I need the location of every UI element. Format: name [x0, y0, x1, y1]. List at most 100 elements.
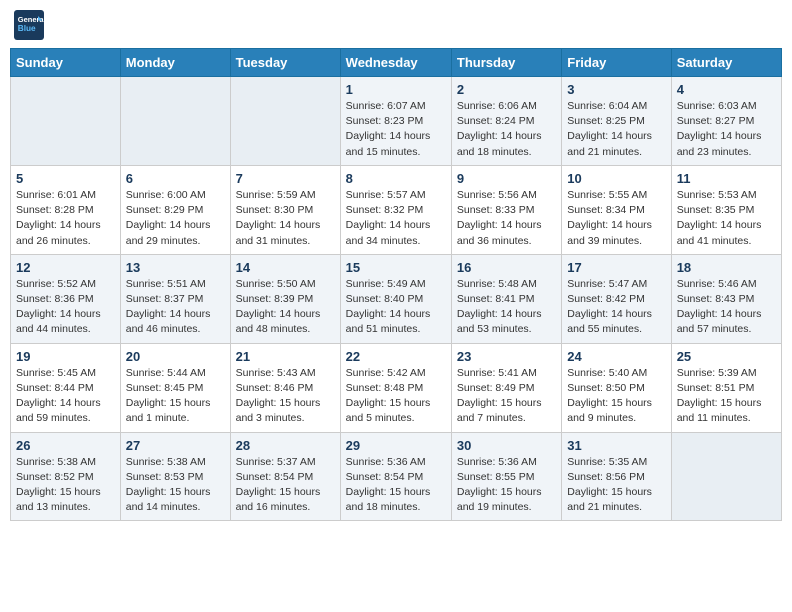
day-number: 5: [16, 171, 115, 186]
day-info: Sunrise: 5:59 AM Sunset: 8:30 PM Dayligh…: [236, 188, 335, 249]
calendar-cell: 23 Sunrise: 5:41 AM Sunset: 8:49 PM Dayli…: [451, 343, 561, 432]
day-info: Sunrise: 5:52 AM Sunset: 8:36 PM Dayligh…: [16, 277, 115, 338]
day-info: Sunrise: 6:01 AM Sunset: 8:28 PM Dayligh…: [16, 188, 115, 249]
calendar-cell: 26Sunrise: 5:38 AM Sunset: 8:52 PM Dayli…: [11, 432, 121, 521]
day-number: 19: [16, 349, 115, 364]
day-number: 6: [126, 171, 225, 186]
day-number: 11: [677, 171, 776, 186]
calendar-cell: 14Sunrise: 5:50 AM Sunset: 8:39 PM Dayli…: [230, 254, 340, 343]
calendar-cell: 17 Sunrise: 5:47 AM Sunset: 8:42 PM Dayli…: [562, 254, 671, 343]
day-number: 24: [567, 349, 665, 364]
day-number: 7: [236, 171, 335, 186]
day-number: 12: [16, 260, 115, 275]
day-info: Sunrise: 5:35 AM Sunset: 8:56 PM Dayligh…: [567, 455, 665, 516]
weekday-header-tuesday: Tuesday: [230, 49, 340, 77]
day-number: 16: [457, 260, 556, 275]
calendar-cell: 18Sunrise: 5:46 AM Sunset: 8:43 PM Dayli…: [671, 254, 781, 343]
day-number: 1: [346, 82, 446, 97]
logo-icon: General Blue: [14, 10, 44, 40]
calendar-cell: [120, 77, 230, 166]
calendar-cell: 15Sunrise: 5:49 AM Sunset: 8:40 PM Dayli…: [340, 254, 451, 343]
day-info: Sunrise: 5:45 AM Sunset: 8:44 PM Dayligh…: [16, 366, 115, 427]
day-info: Sunrise: 5:50 AM Sunset: 8:39 PM Dayligh…: [236, 277, 335, 338]
day-number: 3: [567, 82, 665, 97]
day-info: Sunrise: 6:07 AM Sunset: 8:23 PM Dayligh…: [346, 99, 446, 160]
calendar-cell: 20 Sunrise: 5:44 AM Sunset: 8:45 PM Dayli…: [120, 343, 230, 432]
calendar-cell: [11, 77, 121, 166]
calendar-cell: 13Sunrise: 5:51 AM Sunset: 8:37 PM Dayli…: [120, 254, 230, 343]
day-info: Sunrise: 5:40 AM Sunset: 8:50 PM Dayligh…: [567, 366, 665, 427]
calendar-week-2: 5 Sunrise: 6:01 AM Sunset: 8:28 PM Daylig…: [11, 165, 782, 254]
day-number: 23: [457, 349, 556, 364]
calendar-week-1: 1 Sunrise: 6:07 AM Sunset: 8:23 PM Daylig…: [11, 77, 782, 166]
day-number: 8: [346, 171, 446, 186]
day-info: Sunrise: 5:38 AM Sunset: 8:53 PM Dayligh…: [126, 455, 225, 516]
day-number: 9: [457, 171, 556, 186]
calendar-cell: 28 Sunrise: 5:37 AM Sunset: 8:54 PM Dayli…: [230, 432, 340, 521]
day-number: 31: [567, 438, 665, 453]
day-info: Sunrise: 6:00 AM Sunset: 8:29 PM Dayligh…: [126, 188, 225, 249]
calendar-header: SundayMondayTuesdayWednesdayThursdayFrid…: [11, 49, 782, 77]
day-number: 28: [236, 438, 335, 453]
calendar-cell: 19 Sunrise: 5:45 AM Sunset: 8:44 PM Dayli…: [11, 343, 121, 432]
calendar-cell: 27 Sunrise: 5:38 AM Sunset: 8:53 PM Dayli…: [120, 432, 230, 521]
calendar-cell: 3 Sunrise: 6:04 AM Sunset: 8:25 PM Daylig…: [562, 77, 671, 166]
calendar-cell: 31 Sunrise: 5:35 AM Sunset: 8:56 PM Dayli…: [562, 432, 671, 521]
calendar-cell: [671, 432, 781, 521]
logo: General Blue: [14, 10, 48, 40]
weekday-header-thursday: Thursday: [451, 49, 561, 77]
day-number: 29: [346, 438, 446, 453]
day-info: Sunrise: 6:06 AM Sunset: 8:24 PM Dayligh…: [457, 99, 556, 160]
svg-text:Blue: Blue: [18, 24, 36, 33]
day-info: Sunrise: 5:36 AM Sunset: 8:54 PM Dayligh…: [346, 455, 446, 516]
weekday-header-wednesday: Wednesday: [340, 49, 451, 77]
day-number: 21: [236, 349, 335, 364]
calendar-cell: [230, 77, 340, 166]
calendar-cell: 1 Sunrise: 6:07 AM Sunset: 8:23 PM Daylig…: [340, 77, 451, 166]
day-info: Sunrise: 5:57 AM Sunset: 8:32 PM Dayligh…: [346, 188, 446, 249]
day-info: Sunrise: 6:04 AM Sunset: 8:25 PM Dayligh…: [567, 99, 665, 160]
calendar-cell: 22Sunrise: 5:42 AM Sunset: 8:48 PM Dayli…: [340, 343, 451, 432]
calendar-week-3: 12 Sunrise: 5:52 AM Sunset: 8:36 PM Dayli…: [11, 254, 782, 343]
day-number: 17: [567, 260, 665, 275]
calendar-cell: 6 Sunrise: 6:00 AM Sunset: 8:29 PM Daylig…: [120, 165, 230, 254]
day-info: Sunrise: 5:37 AM Sunset: 8:54 PM Dayligh…: [236, 455, 335, 516]
page-header: General Blue: [10, 10, 782, 40]
day-number: 26: [16, 438, 115, 453]
day-number: 18: [677, 260, 776, 275]
day-number: 10: [567, 171, 665, 186]
day-number: 27: [126, 438, 225, 453]
day-number: 15: [346, 260, 446, 275]
calendar-cell: 11Sunrise: 5:53 AM Sunset: 8:35 PM Dayli…: [671, 165, 781, 254]
calendar-cell: 4 Sunrise: 6:03 AM Sunset: 8:27 PM Daylig…: [671, 77, 781, 166]
day-number: 13: [126, 260, 225, 275]
day-number: 20: [126, 349, 225, 364]
calendar-cell: 30Sunrise: 5:36 AM Sunset: 8:55 PM Dayli…: [451, 432, 561, 521]
calendar-cell: 7 Sunrise: 5:59 AM Sunset: 8:30 PM Daylig…: [230, 165, 340, 254]
calendar-cell: 2Sunrise: 6:06 AM Sunset: 8:24 PM Daylig…: [451, 77, 561, 166]
calendar-body: 1 Sunrise: 6:07 AM Sunset: 8:23 PM Daylig…: [11, 77, 782, 521]
weekday-header-saturday: Saturday: [671, 49, 781, 77]
calendar-cell: 12 Sunrise: 5:52 AM Sunset: 8:36 PM Dayli…: [11, 254, 121, 343]
day-info: Sunrise: 5:42 AM Sunset: 8:48 PM Dayligh…: [346, 366, 446, 427]
day-number: 25: [677, 349, 776, 364]
day-number: 30: [457, 438, 556, 453]
calendar-cell: 21 Sunrise: 5:43 AM Sunset: 8:46 PM Dayli…: [230, 343, 340, 432]
calendar-cell: 8 Sunrise: 5:57 AM Sunset: 8:32 PM Daylig…: [340, 165, 451, 254]
calendar-week-4: 19 Sunrise: 5:45 AM Sunset: 8:44 PM Dayli…: [11, 343, 782, 432]
day-number: 4: [677, 82, 776, 97]
day-info: Sunrise: 6:03 AM Sunset: 8:27 PM Dayligh…: [677, 99, 776, 160]
day-info: Sunrise: 5:43 AM Sunset: 8:46 PM Dayligh…: [236, 366, 335, 427]
day-info: Sunrise: 5:41 AM Sunset: 8:49 PM Dayligh…: [457, 366, 556, 427]
day-info: Sunrise: 5:56 AM Sunset: 8:33 PM Dayligh…: [457, 188, 556, 249]
day-info: Sunrise: 5:48 AM Sunset: 8:41 PM Dayligh…: [457, 277, 556, 338]
calendar-cell: 5 Sunrise: 6:01 AM Sunset: 8:28 PM Daylig…: [11, 165, 121, 254]
weekday-header-row: SundayMondayTuesdayWednesdayThursdayFrid…: [11, 49, 782, 77]
day-info: Sunrise: 5:44 AM Sunset: 8:45 PM Dayligh…: [126, 366, 225, 427]
day-info: Sunrise: 5:55 AM Sunset: 8:34 PM Dayligh…: [567, 188, 665, 249]
calendar-cell: 9 Sunrise: 5:56 AM Sunset: 8:33 PM Daylig…: [451, 165, 561, 254]
weekday-header-friday: Friday: [562, 49, 671, 77]
calendar-week-5: 26Sunrise: 5:38 AM Sunset: 8:52 PM Dayli…: [11, 432, 782, 521]
day-info: Sunrise: 5:47 AM Sunset: 8:42 PM Dayligh…: [567, 277, 665, 338]
calendar-cell: 16 Sunrise: 5:48 AM Sunset: 8:41 PM Dayli…: [451, 254, 561, 343]
